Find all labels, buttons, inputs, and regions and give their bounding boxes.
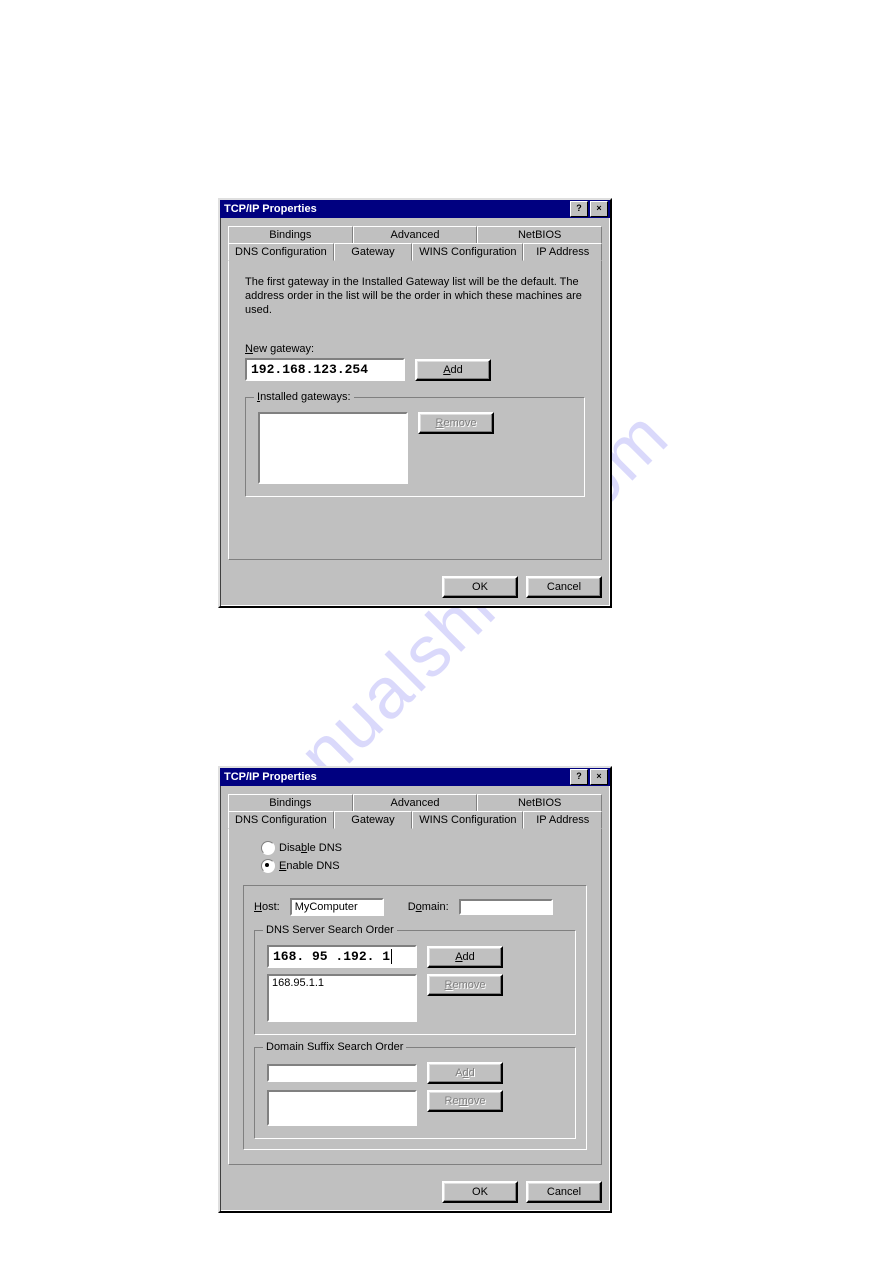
host-label: Host:	[254, 901, 280, 913]
dialog-title: TCP/IP Properties	[222, 203, 568, 215]
add-button[interactable]: Add	[415, 359, 491, 381]
tab-strip: Bindings Advanced NetBIOS DNS Configurat…	[228, 226, 602, 260]
dns-server-input[interactable]: 168. 95 .192. 1	[267, 945, 417, 968]
dns-server-order-label: DNS Server Search Order	[263, 924, 397, 936]
ok-button[interactable]: OK	[442, 1181, 518, 1203]
dialog-title: TCP/IP Properties	[222, 771, 568, 783]
tab-strip: Bindings Advanced NetBIOS DNS Configurat…	[228, 794, 602, 828]
new-gateway-label: New gateway:	[245, 343, 585, 355]
close-button[interactable]: ×	[590, 769, 608, 785]
dns-settings-group: Host: MyComputer Domain: DNS Server Sear…	[243, 885, 587, 1150]
dns-add-button[interactable]: Add	[427, 946, 503, 968]
gateway-description: The first gateway in the Installed Gatew…	[245, 275, 585, 317]
installed-gateways-group: Installed gateways: Remove	[245, 397, 585, 497]
disable-dns-radio[interactable]: Disable DNS	[261, 841, 587, 855]
titlebar[interactable]: TCP/IP Properties ? ×	[220, 768, 610, 786]
installed-gateways-label: Installed gateways:	[254, 391, 354, 403]
dialog-gateway: TCP/IP Properties ? × Bindings Advanced …	[218, 198, 612, 608]
host-input[interactable]: MyComputer	[290, 898, 384, 916]
dns-server-order-group: DNS Server Search Order 168. 95 .192. 1 …	[254, 930, 576, 1035]
tab-dns-configuration[interactable]: DNS Configuration	[228, 811, 334, 829]
tab-bindings[interactable]: Bindings	[228, 794, 353, 812]
enable-dns-label: Enable DNS	[279, 860, 340, 872]
tab-ip-address[interactable]: IP Address	[523, 243, 602, 261]
tab-advanced[interactable]: Advanced	[353, 226, 478, 244]
dialog-dns: TCP/IP Properties ? × Bindings Advanced …	[218, 766, 612, 1213]
dns-remove-button: Remove	[427, 974, 503, 996]
tab-advanced[interactable]: Advanced	[353, 794, 478, 812]
suffix-input[interactable]	[267, 1064, 417, 1082]
tab-wins-configuration[interactable]: WINS Configuration	[412, 243, 523, 261]
suffix-list[interactable]	[267, 1090, 417, 1126]
dns-server-list[interactable]: 168.95.1.1	[267, 974, 417, 1022]
cancel-button[interactable]: Cancel	[526, 576, 602, 598]
tab-gateway[interactable]: Gateway	[334, 243, 413, 261]
enable-dns-radio[interactable]: Enable DNS	[261, 859, 587, 873]
tab-panel: The first gateway in the Installed Gatew…	[228, 260, 602, 560]
tab-netbios[interactable]: NetBIOS	[477, 794, 602, 812]
titlebar[interactable]: TCP/IP Properties ? ×	[220, 200, 610, 218]
tab-wins-configuration[interactable]: WINS Configuration	[412, 811, 523, 829]
remove-button: Remove	[418, 412, 494, 434]
help-button[interactable]: ?	[570, 769, 588, 785]
cancel-button[interactable]: Cancel	[526, 1181, 602, 1203]
new-gateway-input[interactable]: 192.168.123.254	[245, 358, 405, 381]
tab-dns-configuration[interactable]: DNS Configuration	[228, 243, 334, 261]
close-button[interactable]: ×	[590, 201, 608, 217]
suffix-remove-button: Remove	[427, 1090, 503, 1112]
domain-label: Domain:	[408, 901, 449, 913]
disable-dns-label: Disable DNS	[279, 842, 342, 854]
tab-bindings[interactable]: Bindings	[228, 226, 353, 244]
tab-gateway[interactable]: Gateway	[334, 811, 413, 829]
suffix-add-button: Add	[427, 1062, 503, 1084]
domain-input[interactable]	[459, 899, 553, 915]
help-button[interactable]: ?	[570, 201, 588, 217]
domain-suffix-group: Domain Suffix Search Order Add Remove	[254, 1047, 576, 1139]
ok-button[interactable]: OK	[442, 576, 518, 598]
tab-ip-address[interactable]: IP Address	[523, 811, 602, 829]
installed-gateways-list[interactable]	[258, 412, 408, 484]
domain-suffix-label: Domain Suffix Search Order	[263, 1041, 406, 1053]
tab-netbios[interactable]: NetBIOS	[477, 226, 602, 244]
dialog-footer: OK Cancel	[220, 568, 610, 606]
tab-panel: Disable DNS Enable DNS Host: MyComputer …	[228, 828, 602, 1165]
dialog-footer: OK Cancel	[220, 1173, 610, 1211]
